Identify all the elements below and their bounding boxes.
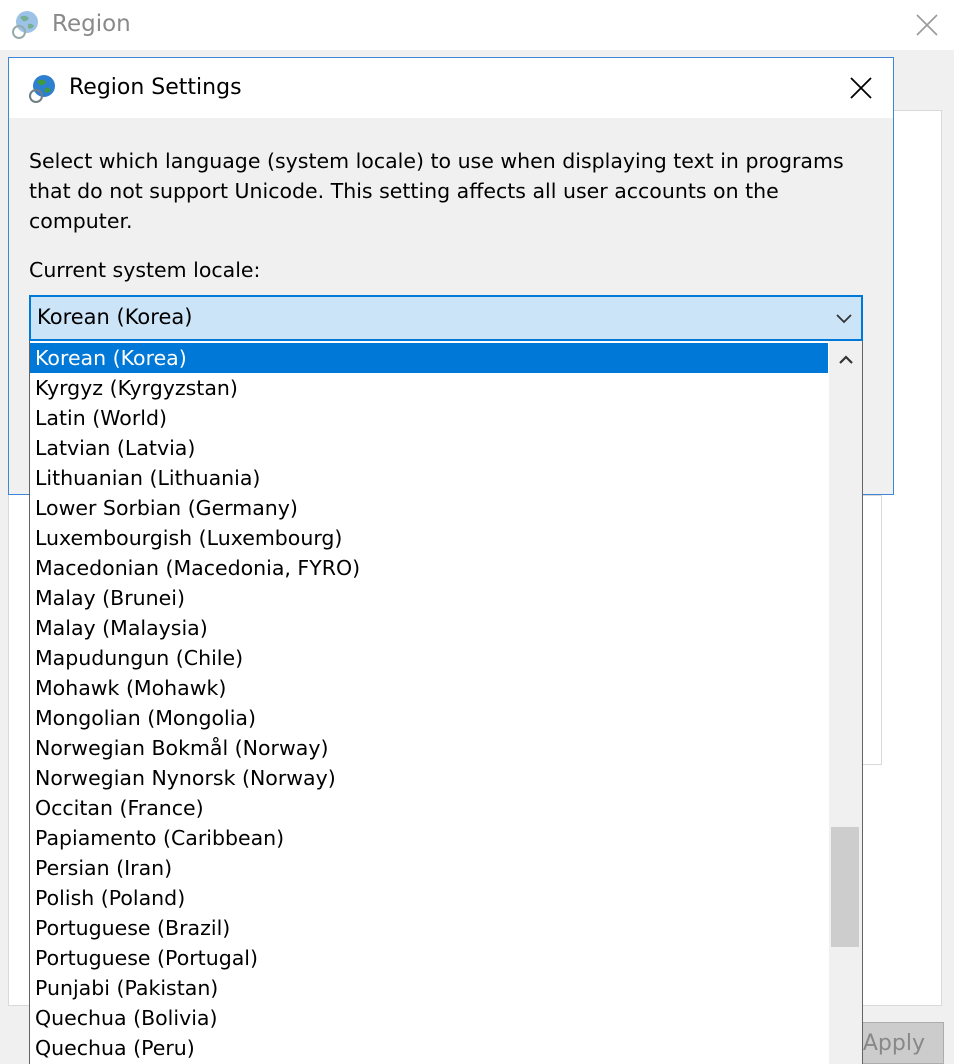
list-item[interactable]: Lower Sorbian (Germany) — [30, 493, 828, 523]
list-item[interactable]: Malay (Malaysia) — [30, 613, 828, 643]
region-window-title: Region — [52, 11, 131, 37]
list-item[interactable]: Portuguese (Brazil) — [30, 913, 828, 943]
list-item[interactable]: Polish (Poland) — [30, 883, 828, 913]
list-item[interactable]: Occitan (France) — [30, 793, 828, 823]
list-item[interactable]: Papiamento (Caribbean) — [30, 823, 828, 853]
scrollbar-thumb[interactable] — [831, 827, 859, 947]
chevron-up-icon[interactable] — [829, 343, 862, 377]
list-item[interactable]: Mongolian (Mongolia) — [30, 703, 828, 733]
list-item[interactable]: Mohawk (Mohawk) — [30, 673, 828, 703]
close-icon[interactable] — [835, 66, 887, 110]
chevron-down-icon[interactable] — [833, 307, 855, 329]
list-item[interactable]: Portuguese (Portugal) — [30, 943, 828, 973]
locale-options: Korean (Korea) Kyrgyz (Kyrgyzstan) Latin (… — [30, 341, 828, 1063]
list-item[interactable]: Latin (World) — [30, 403, 828, 433]
list-item[interactable]: Quechua (Peru) — [30, 1033, 828, 1063]
globe-icon — [10, 8, 42, 40]
close-icon[interactable] — [900, 2, 954, 48]
list-item[interactable]: Mapudungun (Chile) — [30, 643, 828, 673]
list-item[interactable]: Macedonian (Macedonia, FYRO) — [30, 553, 828, 583]
current-locale-label: Current system locale: — [29, 258, 261, 282]
list-item[interactable]: Punjabi (Pakistan) — [30, 973, 828, 1003]
list-item[interactable]: Kyrgyz (Kyrgyzstan) — [30, 373, 828, 403]
dialog-title: Region Settings — [69, 75, 242, 100]
combo-selected-value: Korean (Korea) — [37, 305, 193, 329]
locale-dropdown-list[interactable]: Korean (Korea) Kyrgyz (Kyrgyzstan) Latin (… — [29, 341, 863, 1064]
apply-button[interactable]: Apply — [860, 1022, 944, 1064]
region-window-titlebar: Region — [0, 0, 954, 50]
system-locale-combobox[interactable]: Korean (Korea) — [29, 295, 863, 341]
region-window-inner-box — [860, 495, 882, 765]
dropdown-scrollbar[interactable] — [829, 341, 862, 1064]
list-item[interactable]: Latvian (Latvia) — [30, 433, 828, 463]
list-item[interactable]: Korean (Korea) — [30, 343, 828, 373]
list-item[interactable]: Lithuanian (Lithuania) — [30, 463, 828, 493]
list-item[interactable]: Norwegian Bokmål (Norway) — [30, 733, 828, 763]
list-item[interactable]: Malay (Brunei) — [30, 583, 828, 613]
list-item[interactable]: Quechua (Bolivia) — [30, 1003, 828, 1033]
dialog-titlebar: Region Settings — [9, 58, 893, 118]
list-item[interactable]: Luxembourgish (Luxembourg) — [30, 523, 828, 553]
globe-icon — [27, 72, 59, 104]
list-item[interactable]: Norwegian Nynorsk (Norway) — [30, 763, 828, 793]
dialog-description: Select which language (system locale) to… — [29, 149, 844, 233]
list-item[interactable]: Persian (Iran) — [30, 853, 828, 883]
